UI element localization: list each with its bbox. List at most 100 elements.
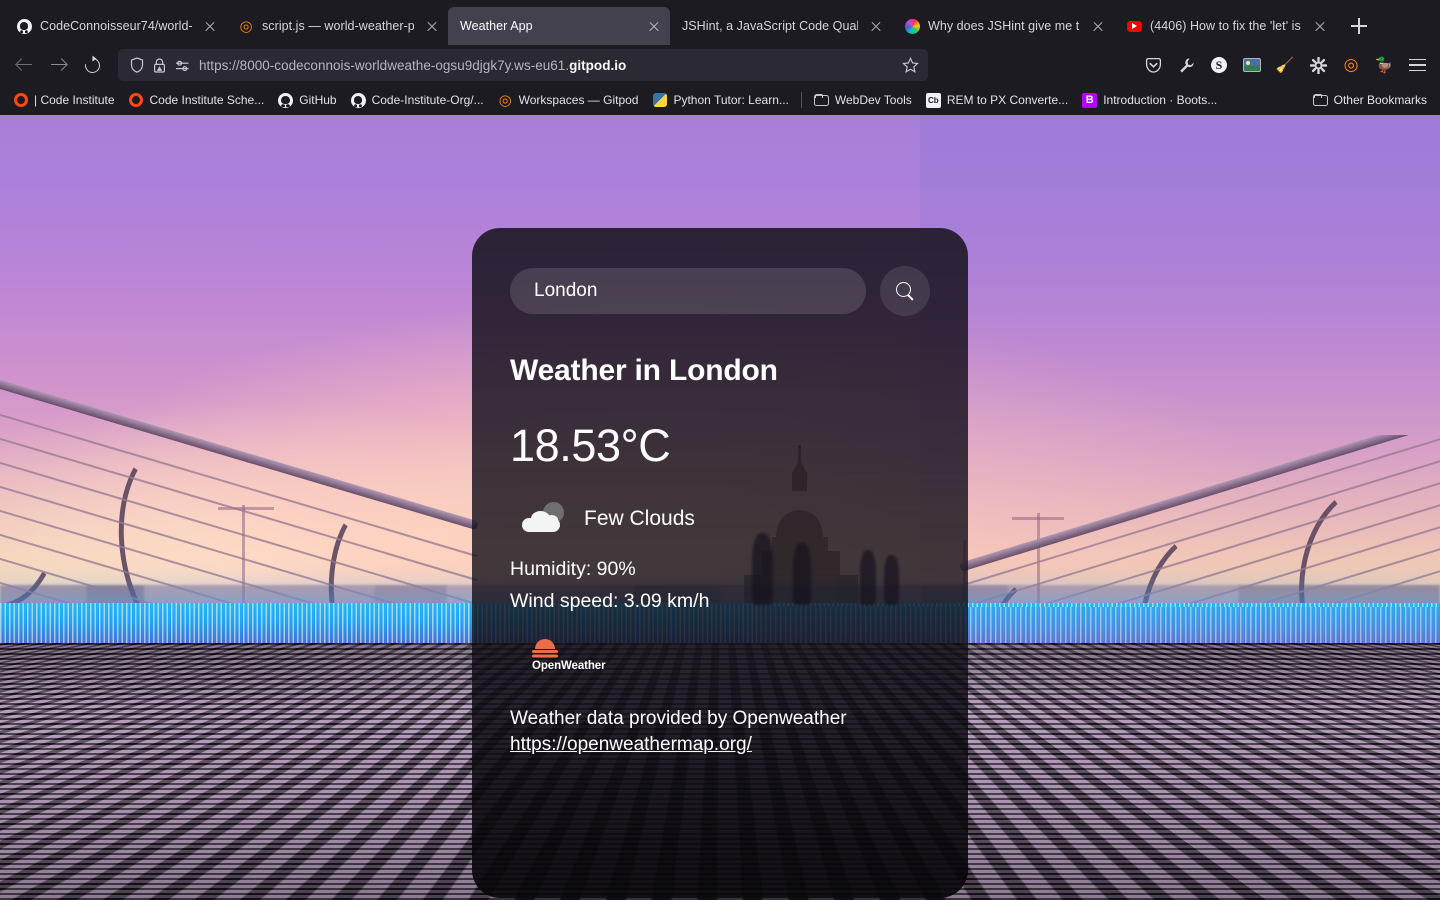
cb-icon: Cb [925, 92, 941, 108]
tab-4[interactable]: Why does JSHint give me these ‹ [892, 7, 1114, 45]
bookmark-label: Code-Institute-Org/... [371, 93, 484, 107]
tab-title: JSHint, a JavaScript Code Quality To [682, 19, 858, 33]
bookmark-label: Introduction · Boots... [1103, 93, 1218, 107]
bootstrap-icon: B [1082, 92, 1098, 108]
screenshot-icon[interactable] [1237, 50, 1267, 80]
navigation-toolbar: https://8000-codeconnois-worldweathe-ogs… [0, 45, 1440, 85]
youtube-icon [1126, 18, 1142, 34]
gear-icon[interactable] [1303, 50, 1333, 80]
tab-close-icon[interactable] [1088, 16, 1108, 36]
bookmark-label: WebDev Tools [834, 93, 912, 107]
other-bookmarks-folder[interactable]: Other Bookmarks [1306, 89, 1434, 112]
tab-close-icon[interactable] [866, 16, 886, 36]
bookmark-code-institute-org[interactable]: Code-Institute-Org/... [344, 89, 491, 112]
condition-row: Few Clouds [510, 502, 930, 536]
bookmark-python-tutor[interactable]: Python Tutor: Learn... [645, 89, 795, 112]
bookmark-label: Other Bookmarks [1333, 93, 1427, 107]
bookmark-bootstrap-intro[interactable]: B Introduction · Boots... [1075, 89, 1224, 112]
weather-heading: Weather in London [510, 354, 778, 387]
tab-3[interactable]: JSHint, a JavaScript Code Quality To [670, 7, 892, 45]
openweather-sun-icon [532, 639, 558, 658]
forward-button[interactable] [42, 49, 74, 81]
broom-icon[interactable]: 🧹 [1270, 50, 1300, 80]
bridge-railing-left [0, 370, 490, 620]
tab-title: Why does JSHint give me these ‹ [928, 19, 1080, 33]
condition-text: Few Clouds [584, 507, 695, 530]
tab-close-icon[interactable] [200, 16, 220, 36]
stackoverflow-rainbow-icon [904, 18, 920, 34]
few-clouds-night-icon [518, 502, 568, 536]
bookmark-label: Workspaces — Gitpod [518, 93, 639, 107]
tab-title: script.js — world-weather-p2 — [262, 19, 414, 33]
provider-credit-text: Weather data provided by Openweather [510, 708, 847, 729]
tab-title: Weather App [460, 19, 533, 33]
address-bar[interactable]: https://8000-codeconnois-worldweathe-ogs… [118, 49, 928, 81]
temperature-value: 18.53°C [510, 420, 671, 471]
search-icon [896, 282, 914, 300]
permissions-icon[interactable] [175, 59, 190, 72]
bookmark-github[interactable]: GitHub [271, 89, 343, 112]
reload-button[interactable] [76, 49, 108, 81]
url-domain: gitpod.io [569, 57, 627, 73]
bookmarks-bar: | Code Institute Code Institute Sche... … [0, 85, 1440, 115]
github-icon [350, 92, 366, 108]
city-search-input[interactable] [510, 268, 866, 314]
bookmark-label: Python Tutor: Learn... [673, 93, 789, 107]
forward-arrow-icon [50, 57, 67, 74]
gitpod-icon: ◎ [239, 16, 253, 35]
bookmark-label: | Code Institute [34, 93, 115, 107]
tab-2-active[interactable]: Weather App [448, 7, 670, 45]
lock-warning-icon[interactable] [153, 57, 166, 73]
wind-speed-value: Wind speed: 3.09 km/h [510, 590, 710, 612]
code-institute-icon [13, 93, 28, 108]
github-icon [16, 18, 32, 34]
openweather-logo: OpenWeather [510, 639, 930, 672]
gitpod-icon[interactable]: ◎ [1336, 50, 1366, 80]
bookmark-rem-to-px[interactable]: Cb REM to PX Converte... [919, 89, 1075, 112]
bookmark-star-icon[interactable] [902, 56, 919, 74]
python-icon [652, 93, 667, 108]
shield-icon[interactable] [130, 57, 144, 73]
reload-icon [81, 54, 103, 76]
wrench-icon[interactable] [1171, 50, 1201, 80]
back-arrow-icon [16, 57, 33, 74]
bookmark-code-institute-schedule[interactable]: Code Institute Sche... [122, 89, 272, 112]
pocket-icon[interactable] [1138, 50, 1168, 80]
folder-icon [813, 93, 829, 108]
openweather-link[interactable]: https://openweathermap.org/ [510, 734, 752, 756]
browser-chrome: CodeConnoisseur74/world-weat ◎ script.js… [0, 0, 1440, 115]
gitpod-icon: ◎ [498, 91, 512, 109]
hamburger-menu-icon[interactable] [1402, 50, 1432, 80]
search-button[interactable] [880, 266, 930, 316]
tab-0[interactable]: CodeConnoisseur74/world-weat [4, 7, 226, 45]
browser-toolbar-icons: S 🧹 ◎ 🦆 [1138, 50, 1432, 80]
tab-close-icon[interactable] [1310, 16, 1330, 36]
back-button[interactable] [8, 49, 40, 81]
s-circle-icon[interactable]: S [1204, 50, 1234, 80]
bookmark-separator [800, 92, 802, 108]
new-tab-button[interactable] [1342, 9, 1376, 43]
folder-icon [1312, 93, 1328, 108]
code-institute-icon [129, 93, 144, 108]
openweather-wordmark: OpenWeather [532, 660, 606, 672]
parrot-icon[interactable]: 🦆 [1369, 50, 1399, 80]
search-row [510, 266, 930, 316]
bookmark-gitpod-workspaces[interactable]: ◎ Workspaces — Gitpod [491, 89, 646, 112]
bookmark-label: REM to PX Converte... [946, 93, 1069, 107]
github-icon [278, 92, 294, 108]
url-text[interactable]: https://8000-codeconnois-worldweathe-ogs… [199, 58, 893, 73]
bookmark-label: Code Institute Sche... [149, 93, 265, 107]
browser-window: CodeConnoisseur74/world-weat ◎ script.js… [0, 0, 1440, 900]
tab-close-icon[interactable] [422, 16, 442, 36]
tab-1[interactable]: ◎ script.js — world-weather-p2 — [226, 7, 448, 45]
bookmark-folder-webdev-tools[interactable]: WebDev Tools [807, 89, 919, 112]
tab-close-icon[interactable] [644, 16, 664, 36]
tab-strip: CodeConnoisseur74/world-weat ◎ script.js… [0, 0, 1440, 45]
tab-5[interactable]: (4406) How to fix the 'let' is avai [1114, 7, 1336, 45]
url-prefix: https://8000-codeconnois-worldweathe-ogs… [199, 57, 570, 73]
tab-title: (4406) How to fix the 'let' is avai [1150, 19, 1302, 33]
weather-card: Weather in London 18.53°C Few Clouds Hum… [472, 228, 968, 898]
bookmark-code-institute-home[interactable]: | Code Institute [6, 89, 122, 112]
page-viewport: Weather in London 18.53°C Few Clouds Hum… [0, 115, 1440, 900]
bookmark-label: GitHub [299, 93, 337, 107]
